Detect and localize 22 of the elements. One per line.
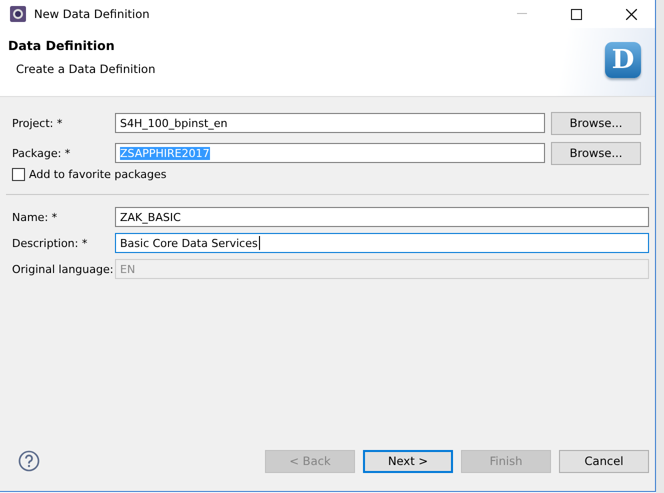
checkbox[interactable] [12,168,25,180]
field-label: Name: * [12,210,58,224]
close-icon[interactable] [626,8,637,20]
app-icon [10,6,26,22]
input-field[interactable]: S4H_100_bpinst_en [115,113,545,133]
help-icon[interactable] [18,450,40,472]
field-label: Original language: [12,262,114,276]
browse-button[interactable]: Browse... [551,112,641,134]
field-label: Package: * [12,146,72,160]
window-title: New Data Definition [34,7,150,21]
wizard-button[interactable]: Cancel [559,450,649,472]
browse-button[interactable]: Browse... [551,142,641,164]
maximize-icon[interactable] [571,8,582,20]
page-subtitle: Create a Data Definition [16,62,156,76]
wizard-button[interactable]: Next > [363,450,453,472]
logo-icon: D [605,42,641,78]
input-field[interactable]: Basic Core Data Services [115,233,649,253]
input-field[interactable]: ZAK_BASIC [115,207,649,227]
checkbox-label: Add to favorite packages [29,168,167,180]
field-label: Description: * [12,236,88,250]
field-label: Project: * [12,116,64,130]
page-title: Data Definition [8,38,116,53]
